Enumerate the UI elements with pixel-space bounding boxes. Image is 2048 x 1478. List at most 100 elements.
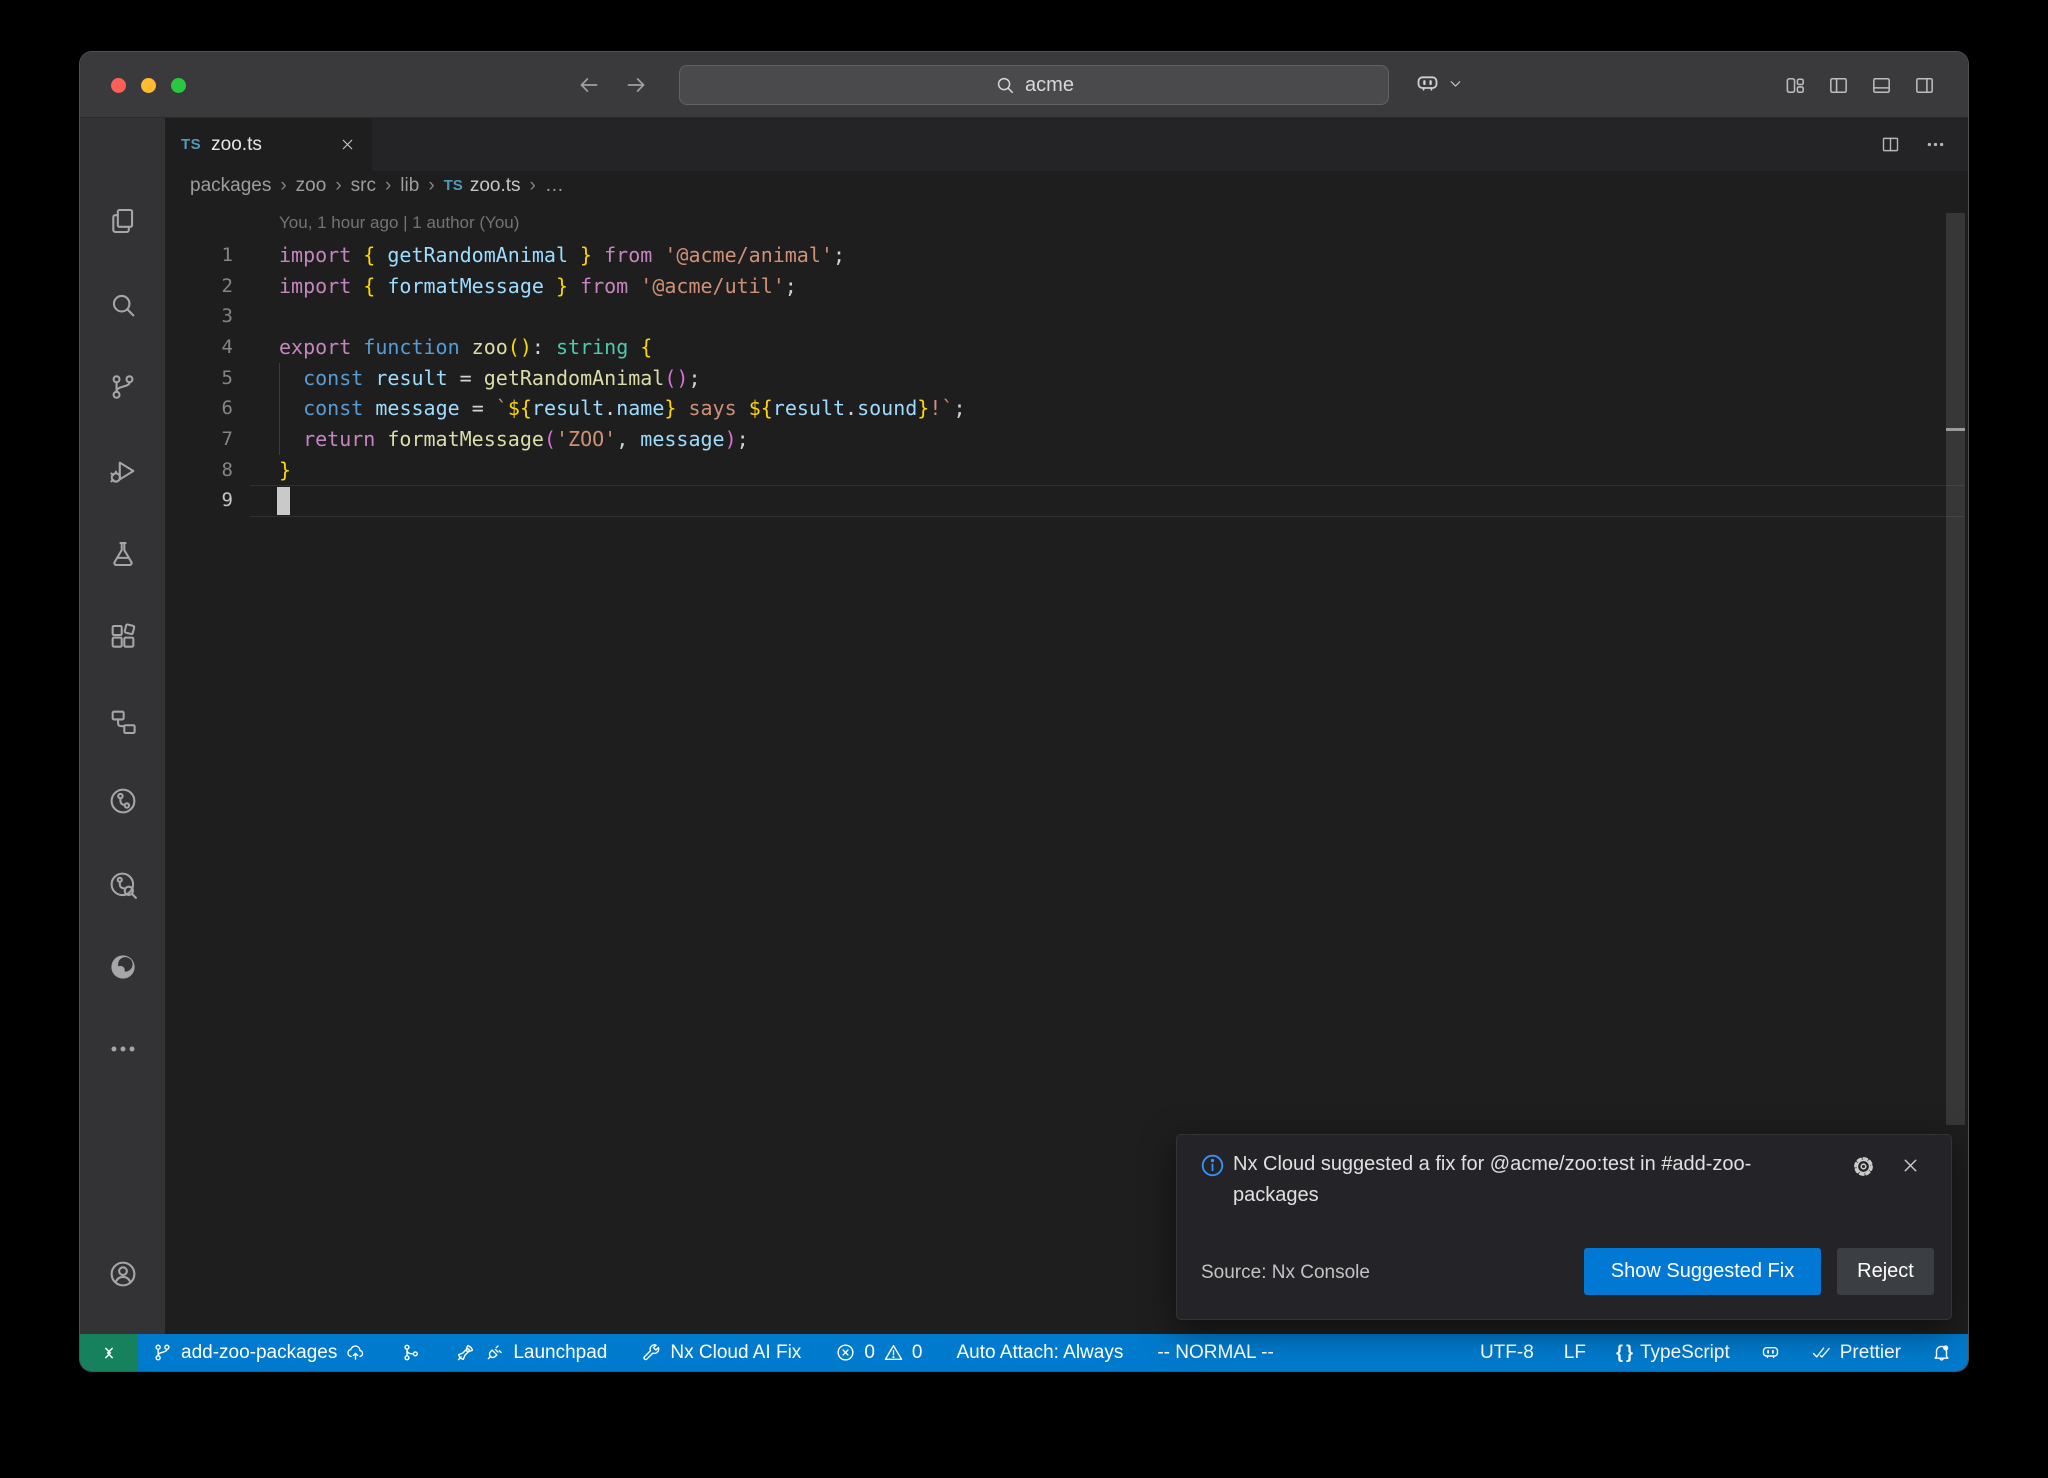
git-merge-icon xyxy=(400,1342,421,1363)
git-blame-annotation: You, 1 hour ago | 1 author (You) xyxy=(279,213,519,233)
language-status[interactable]: { }TypeScript xyxy=(1616,1342,1730,1364)
notification-settings-icon[interactable] xyxy=(1852,1155,1875,1178)
code-line[interactable]: 3 xyxy=(165,301,1968,332)
launchpad-status[interactable]: Launchpad xyxy=(455,1342,607,1364)
code-line[interactable]: 7 return formatMessage('ZOO', message); xyxy=(165,424,1968,455)
line-number: 1 xyxy=(165,240,233,271)
toggle-secondary-sidebar-icon[interactable] xyxy=(1913,74,1936,97)
problems-status[interactable]: 00 xyxy=(835,1342,922,1364)
formatter-status[interactable]: Prettier xyxy=(1811,1342,1901,1364)
formatter-status-label: Prettier xyxy=(1840,1342,1901,1364)
close-notification-icon[interactable] xyxy=(1900,1155,1921,1176)
zoom-window-button[interactable] xyxy=(171,78,186,93)
tab-bar: TS zoo.ts xyxy=(165,118,1968,171)
vscode-window: acme TS zoo.ts packages›zoo›src›lib›TSzo… xyxy=(80,52,1968,1371)
window-controls xyxy=(111,78,186,93)
code-line[interactable]: 6 const message = `${result.name} says $… xyxy=(165,393,1968,424)
sidebar-item-extensions[interactable] xyxy=(107,622,138,653)
breadcrumb-segment[interactable]: lib xyxy=(400,175,419,197)
bell-dot-icon xyxy=(1931,1342,1952,1363)
code-line[interactable]: 4export function zoo(): string { xyxy=(165,332,1968,363)
typescript-file-icon: TS xyxy=(181,136,201,153)
line-number: 3 xyxy=(165,301,233,332)
typescript-file-icon: TS xyxy=(444,177,463,194)
branch-status[interactable]: add-zoo-packages xyxy=(152,1342,366,1364)
code-line[interactable]: 5 const result = getRandomAnimal(); xyxy=(165,363,1968,394)
launchpad-status-label: Launchpad xyxy=(513,1342,607,1364)
branch-status-label: add-zoo-packages xyxy=(181,1342,337,1364)
code-text: } xyxy=(279,455,291,486)
breadcrumb-separator: › xyxy=(428,175,434,197)
toggle-primary-sidebar-icon[interactable] xyxy=(1827,74,1850,97)
line-number: 2 xyxy=(165,271,233,302)
vim-mode-status[interactable]: -- NORMAL -- xyxy=(1157,1342,1273,1364)
sidebar-item-nx-cloud[interactable] xyxy=(107,786,138,817)
tab-zoo-ts[interactable]: TS zoo.ts xyxy=(165,118,372,171)
nx-cloud-ai-fix-status[interactable]: Nx Cloud AI Fix xyxy=(641,1342,801,1364)
command-center-search[interactable]: acme xyxy=(679,65,1389,105)
code-text: export function zoo(): string { xyxy=(279,332,652,363)
accounts-button[interactable] xyxy=(107,1259,138,1290)
copilot-menu[interactable] xyxy=(1414,70,1464,97)
line-number: 8 xyxy=(165,455,233,486)
breadcrumb-separator: › xyxy=(335,175,341,197)
scrollbar[interactable] xyxy=(1946,213,1965,1125)
toggle-panel-icon[interactable] xyxy=(1870,74,1893,97)
sidebar-item-nx-graph[interactable] xyxy=(107,870,138,901)
remote-indicator[interactable] xyxy=(80,1334,138,1371)
close-tab-icon[interactable] xyxy=(339,136,356,153)
sidebar-item-search[interactable] xyxy=(107,290,138,321)
breadcrumb-overflow[interactable]: … xyxy=(545,175,564,197)
breadcrumb-separator: › xyxy=(530,175,536,197)
indent-guide xyxy=(279,363,280,455)
command-center-query: acme xyxy=(1025,74,1074,97)
notification-source: Source: Nx Console xyxy=(1201,1262,1370,1284)
line-number: 5 xyxy=(165,363,233,394)
notifications-bell[interactable] xyxy=(1931,1342,1952,1363)
eol-status[interactable]: LF xyxy=(1564,1342,1586,1364)
breadcrumb-file[interactable]: zoo.ts xyxy=(470,175,521,197)
info-icon xyxy=(1199,1152,1226,1179)
layout-controls xyxy=(1784,74,1936,97)
sidebar-item-explorer[interactable] xyxy=(107,206,138,237)
sidebar-item-source-control[interactable] xyxy=(107,372,138,403)
notification-toast: Nx Cloud suggested a fix for @acme/zoo:t… xyxy=(1176,1134,1952,1320)
sidebar-item-testing[interactable] xyxy=(107,539,138,570)
forward-arrow-icon[interactable] xyxy=(623,72,649,98)
reject-button[interactable]: Reject xyxy=(1837,1248,1934,1295)
warning-triangle-icon xyxy=(883,1342,904,1363)
copilot-status[interactable] xyxy=(1760,1342,1781,1363)
code-text: return formatMessage('ZOO', message); xyxy=(279,424,749,455)
code-text: import { formatMessage } from '@acme/uti… xyxy=(279,271,797,302)
git-graph-status[interactable] xyxy=(400,1342,421,1363)
error-circle-icon xyxy=(835,1342,856,1363)
split-editor-icon[interactable] xyxy=(1880,134,1901,155)
back-arrow-icon[interactable] xyxy=(576,72,602,98)
customize-layout-icon[interactable] xyxy=(1784,74,1807,97)
line-number: 9 xyxy=(165,485,233,516)
sidebar-item-edge-tools[interactable] xyxy=(107,952,138,983)
code-line[interactable]: 1import { getRandomAnimal } from '@acme/… xyxy=(165,240,1968,271)
breadcrumb-segment[interactable]: zoo xyxy=(296,175,327,197)
cloud-upload-icon xyxy=(345,1342,366,1363)
more-actions-icon[interactable] xyxy=(1925,134,1946,155)
language-status-label: TypeScript xyxy=(1640,1342,1730,1364)
auto-attach-status[interactable]: Auto Attach: Always xyxy=(956,1342,1123,1364)
code-line[interactable]: 8} xyxy=(165,455,1968,486)
close-window-button[interactable] xyxy=(111,78,126,93)
code-line[interactable]: 2 import { formatMessage } from '@acme/ut… xyxy=(165,271,1968,302)
sidebar-item-run-debug[interactable] xyxy=(107,456,138,487)
activity-bar xyxy=(80,118,165,1334)
encoding-status[interactable]: UTF-8 xyxy=(1480,1342,1534,1364)
current-line-highlight xyxy=(250,485,1964,517)
show-suggested-fix-button[interactable]: Show Suggested Fix xyxy=(1584,1248,1821,1295)
chevron-down-icon xyxy=(1447,75,1464,92)
minimize-window-button[interactable] xyxy=(141,78,156,93)
sidebar-item-additional-views[interactable] xyxy=(107,1034,138,1065)
auto-attach-status-label: Auto Attach: Always xyxy=(956,1342,1123,1364)
sidebar-item-nx-console[interactable] xyxy=(107,707,138,738)
breadcrumb-segment[interactable]: packages xyxy=(190,175,271,197)
breadcrumb-segment[interactable]: src xyxy=(351,175,376,197)
nx-cloud-ai-fix-status-label: Nx Cloud AI Fix xyxy=(670,1342,801,1364)
eol-status-label: LF xyxy=(1564,1342,1586,1364)
